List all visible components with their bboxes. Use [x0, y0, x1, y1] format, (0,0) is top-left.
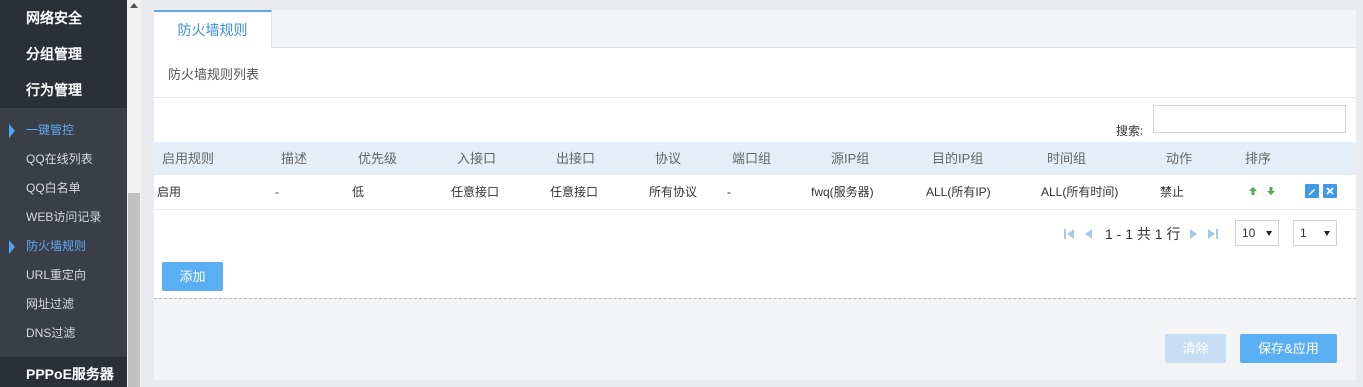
sidebar-item-label: QQ白名单 [26, 181, 81, 195]
table-cell: ALL(所有时间) [1041, 185, 1119, 199]
column-header: 描述 [281, 151, 308, 166]
sidebar-item-label: DNS过滤 [26, 326, 76, 340]
close-icon [1326, 187, 1334, 195]
chevron-down-icon [1324, 231, 1330, 236]
column-header: 排序 [1245, 151, 1272, 166]
divider [154, 97, 1356, 98]
sidebar-item-label: QQ在线列表 [26, 152, 93, 166]
pager-summary: 1 - 1 共 1 行 [1105, 226, 1181, 242]
sidebar-category-behavior-management[interactable]: 行为管理 [0, 72, 127, 108]
sidebar-item-label: 一键管控 [26, 123, 75, 137]
sidebar: 网络安全 分组管理 行为管理 一键管控 QQ在线列表 QQ白名单 WEB访问记录… [0, 0, 127, 387]
table-cell: 任意接口 [550, 185, 599, 199]
sidebar-item-url-filter[interactable]: 网址过滤 [0, 290, 127, 319]
sidebar-item-qq-online-list[interactable]: QQ在线列表 [0, 145, 127, 174]
tab-firewall-rules[interactable]: 防火墙规则 [154, 10, 272, 49]
sidebar-scrollbar[interactable] [127, 0, 141, 387]
move-up-icon[interactable] [1249, 187, 1257, 195]
column-header: 协议 [655, 151, 682, 166]
table-cell: - [275, 185, 279, 199]
clear-button[interactable]: 清除 [1165, 334, 1226, 363]
next-page-icon[interactable] [1188, 228, 1198, 240]
last-page-icon[interactable] [1208, 228, 1218, 240]
search-label: 搜索: [1116, 124, 1144, 138]
content-area: 防火墙规则列表 搜索: 启用规则 描述 优先级 入接口 出接口 协议 端口组 源… [154, 48, 1356, 299]
sidebar-item-one-click-control[interactable]: 一键管控 [0, 116, 127, 145]
chevron-down-icon [1266, 231, 1272, 236]
active-indicator-icon [9, 124, 15, 138]
column-header: 启用规则 [162, 151, 215, 166]
scroll-thumb[interactable] [128, 193, 140, 387]
page-size-value: 10 [1242, 226, 1256, 240]
section-title: 防火墙规则列表 [168, 67, 260, 82]
footer-bar: 清除 保存&应用 [154, 317, 1356, 380]
page-number-value: 1 [1300, 226, 1307, 240]
table-row[interactable]: 启用 - 低 任意接口 任意接口 所有协议 - fwq(服务器) ALL(所有I… [154, 175, 1356, 210]
table-cell: - [727, 185, 731, 199]
sidebar-item-label: WEB访问记录 [26, 210, 102, 224]
move-down-icon[interactable] [1267, 187, 1275, 195]
column-header: 优先级 [358, 151, 398, 166]
active-indicator-icon [9, 240, 15, 254]
sidebar-submenu: 一键管控 QQ在线列表 QQ白名单 WEB访问记录 防火墙规则 URL重定向 网… [0, 108, 127, 357]
sidebar-item-web-access-log[interactable]: WEB访问记录 [0, 203, 127, 232]
table-header: 启用规则 描述 优先级 入接口 出接口 协议 端口组 源IP组 目的IP组 时间… [154, 142, 1356, 175]
page-number-select[interactable]: 1 [1293, 220, 1337, 246]
table-cell: 低 [352, 185, 365, 199]
table-cell: ALL(所有IP) [926, 185, 991, 199]
delete-button[interactable] [1323, 184, 1337, 198]
table-cell: 任意接口 [451, 185, 500, 199]
first-page-icon[interactable] [1064, 228, 1074, 240]
column-header: 源IP组 [831, 151, 870, 166]
table-cell: fwq(服务器) [811, 185, 874, 199]
edit-button[interactable] [1305, 184, 1319, 198]
column-header: 动作 [1166, 151, 1193, 166]
table-cell: 所有协议 [649, 185, 698, 199]
dotted-divider [154, 298, 1356, 299]
sidebar-item-qq-whitelist[interactable]: QQ白名单 [0, 174, 127, 203]
sidebar-category-pppoe-server[interactable]: PPPoE服务器 [0, 357, 127, 387]
column-header: 端口组 [732, 151, 772, 166]
pencil-icon [1308, 189, 1315, 196]
sidebar-item-dns-filter[interactable]: DNS过滤 [0, 319, 127, 348]
table-cell: 禁止 [1160, 185, 1185, 199]
table-cell: 启用 [157, 185, 182, 199]
column-header: 目的IP组 [932, 151, 984, 166]
save-apply-button[interactable]: 保存&应用 [1240, 334, 1337, 363]
prev-page-icon[interactable] [1084, 228, 1094, 240]
page-size-select[interactable]: 10 [1235, 220, 1279, 246]
column-header: 入接口 [457, 151, 497, 166]
sidebar-category-group-management[interactable]: 分组管理 [0, 36, 127, 72]
sidebar-item-label: 防火墙规则 [26, 239, 87, 253]
sidebar-item-label: URL重定向 [26, 268, 87, 282]
scroll-up-icon[interactable] [130, 3, 138, 8]
sidebar-item-firewall-rules[interactable]: 防火墙规则 [0, 232, 127, 261]
add-button[interactable]: 添加 [162, 262, 223, 291]
column-header: 出接口 [556, 151, 596, 166]
sidebar-item-url-redirect[interactable]: URL重定向 [0, 261, 127, 290]
sidebar-item-label: 网址过滤 [26, 297, 75, 311]
sidebar-category-network-security[interactable]: 网络安全 [0, 0, 127, 36]
tab-bar: 防火墙规则 [154, 10, 1356, 49]
column-header: 时间组 [1047, 151, 1087, 166]
main-panel: 防火墙规则 防火墙规则列表 搜索: 启用规则 描述 优先级 入接口 出接口 协议… [154, 10, 1356, 380]
search-input[interactable] [1153, 105, 1346, 133]
